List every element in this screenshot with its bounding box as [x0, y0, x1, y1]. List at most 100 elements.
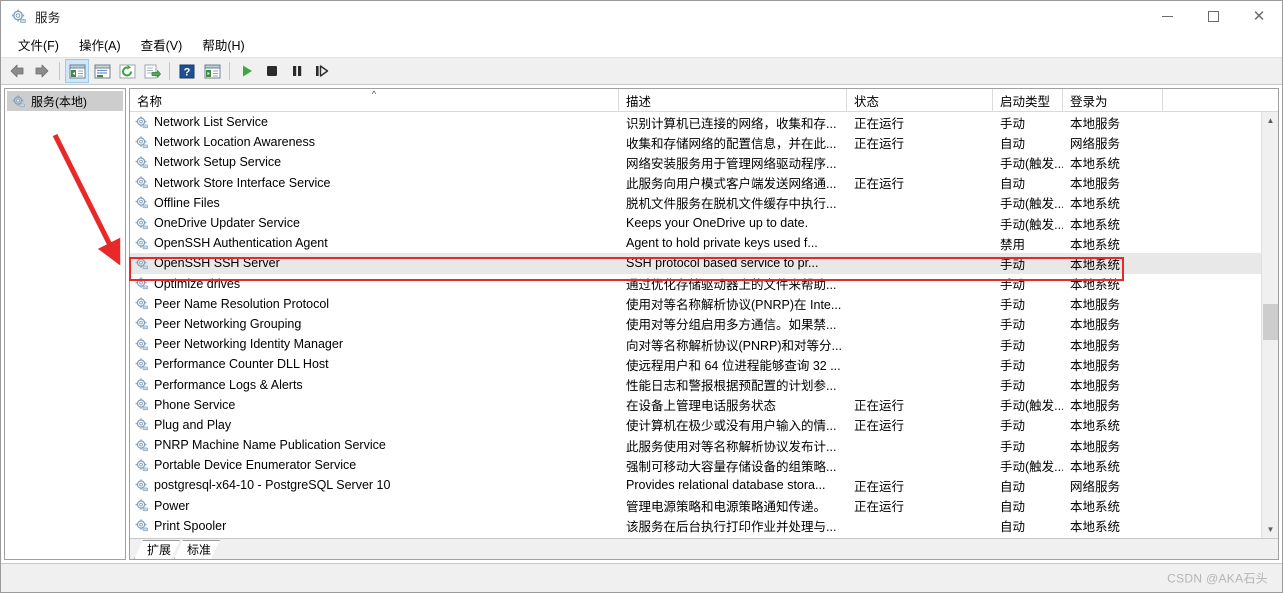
cell-log-on-as: 本地服务	[1070, 439, 1121, 454]
stop-service-icon[interactable]	[260, 59, 284, 83]
table-row[interactable]: Optimize drives 通过优化存储驱动器上的文件来帮助... 手动 本地系统	[130, 274, 1278, 294]
cell-log-on-as: 本地系统	[1070, 217, 1121, 232]
table-row[interactable]: Print Spooler 该服务在后台执行打印作业并处理与... 自动 本地系统	[130, 516, 1278, 536]
service-name-label: Network Store Interface Service	[154, 175, 331, 190]
cell-description: 脱机文件服务在脱机文件缓存中执行...	[626, 197, 837, 212]
table-row[interactable]: OpenSSH SSH Server SSH protocol based ser…	[130, 253, 1278, 274]
service-name-label: Peer Networking Grouping	[154, 316, 302, 331]
service-name-label: PNRP Machine Name Publication Service	[154, 438, 386, 453]
table-row[interactable]: Performance Logs & Alerts 性能日志和警报根据预配置的计划…	[130, 374, 1278, 394]
cell-description: 此服务向用户模式客户端发送网络通...	[626, 177, 837, 192]
service-name-label: Peer Networking Identity Manager	[154, 337, 343, 352]
table-row[interactable]: Network Setup Service 网络安装服务用于管理网络驱动程序...…	[130, 152, 1278, 172]
service-name-label: Optimize drives	[154, 276, 241, 291]
services-gear-icon	[134, 337, 149, 352]
cell-description: 收集和存储网络的配置信息，并在此...	[626, 136, 837, 151]
services-gear-icon	[134, 236, 149, 251]
start-service-icon[interactable]	[235, 59, 259, 83]
table-row[interactable]: OpenSSH Authentication Agent Agent to hol…	[130, 233, 1278, 253]
cell-description: 使用对等名称解析协议(PNRP)在 Inte...	[626, 298, 842, 313]
export-list-icon[interactable]	[140, 59, 164, 83]
menu-view[interactable]: 查看(V)	[132, 32, 192, 57]
column-name[interactable]: 名称 ^	[130, 89, 619, 112]
column-description[interactable]: 描述	[619, 89, 847, 112]
cell-log-on-as: 本地系统	[1070, 237, 1121, 252]
service-name-label: OpenSSH SSH Server	[154, 256, 280, 271]
forward-arrow-icon[interactable]	[30, 59, 54, 83]
scrollbar-thumb[interactable]	[1263, 304, 1278, 340]
cell-startup-type: 禁用	[1000, 237, 1026, 252]
table-row[interactable]: OneDrive Updater Service Keeps your OneDr…	[130, 213, 1278, 233]
restart-service-icon[interactable]	[310, 59, 334, 83]
column-name-label: 名称	[137, 95, 163, 109]
maximize-button[interactable]	[1190, 1, 1236, 32]
table-row[interactable]: Performance Counter DLL Host 使远程用户和 64 位进…	[130, 354, 1278, 374]
sort-ascending-icon: ^	[371, 89, 377, 99]
table-row[interactable]: Portable Device Enumerator Service 强制可移动大…	[130, 455, 1278, 475]
separator-2	[169, 62, 170, 80]
cell-service-name: Peer Networking Identity Manager	[130, 337, 619, 352]
menu-action[interactable]: 操作(A)	[70, 32, 130, 57]
cell-log-on-as: 本地系统	[1070, 156, 1121, 171]
table-row[interactable]: Peer Networking Identity Manager 向对等名称解析协…	[130, 334, 1278, 354]
show-hide-action-pane-icon[interactable]	[200, 59, 224, 83]
cell-log-on-as: 网络服务	[1070, 479, 1121, 494]
tree-item-services-local[interactable]: 服务(本地)	[7, 91, 123, 111]
scroll-up-arrow-icon[interactable]: ▲	[1262, 112, 1278, 129]
table-row[interactable]: Network List Service 识别计算机已连接的网络，收集和存... 正…	[130, 112, 1278, 132]
csdn-watermark: CSDN @AKA石头	[1167, 571, 1268, 586]
tab-extended[interactable]: 扩展	[134, 540, 180, 559]
service-name-label: Offline Files	[154, 195, 220, 210]
cell-startup-type: 手动	[1000, 419, 1026, 434]
table-row[interactable]: Phone Service 在设备上管理电话服务状态 正在运行 手动(触发... 本地服…	[130, 395, 1278, 415]
scroll-down-arrow-icon[interactable]: ▼	[1262, 521, 1278, 538]
table-row[interactable]: Power 管理电源策略和电源策略通知传递。 正在运行 自动 本地系统	[130, 496, 1278, 516]
cell-service-name: OpenSSH Authentication Agent	[130, 236, 619, 251]
back-arrow-icon[interactable]	[5, 59, 29, 83]
cell-service-name: Peer Networking Grouping	[130, 316, 619, 331]
cell-service-name: Performance Logs & Alerts	[130, 377, 619, 392]
help-icon[interactable]: ?	[175, 59, 199, 83]
refresh-icon[interactable]	[115, 59, 139, 83]
cell-status: 正在运行	[854, 500, 905, 515]
table-row[interactable]: Network Location Awareness 收集和存储网络的配置信息，并…	[130, 132, 1278, 152]
tab-standard[interactable]: 标准	[174, 540, 220, 559]
cell-service-name: Print Spooler	[130, 518, 619, 533]
cell-startup-type: 手动	[1000, 358, 1026, 373]
cell-log-on-as: 本地系统	[1070, 257, 1121, 272]
menu-help[interactable]: 帮助(H)	[193, 32, 253, 57]
table-row[interactable]: Peer Networking Grouping 使用对等分组启用多方通信。如果禁…	[130, 314, 1278, 334]
services-list-pane: 名称 ^ 描述 状态 启动类型 登录为 Network List Service 识别计算机…	[129, 88, 1279, 560]
show-hide-tree-icon[interactable]	[65, 59, 89, 83]
table-row[interactable]: PNRP Machine Name Publication Service 此服务…	[130, 435, 1278, 455]
menu-file[interactable]: 文件(F)	[9, 32, 68, 57]
view-tab-strip: 扩展 标准	[130, 538, 1278, 559]
table-row[interactable]: Plug and Play 使计算机在极少或没有用户输入的情... 正在运行 手动 本地…	[130, 415, 1278, 435]
table-row[interactable]: Peer Name Resolution Protocol 使用对等名称解析协议(…	[130, 294, 1278, 314]
service-name-label: Peer Name Resolution Protocol	[154, 296, 330, 311]
properties-icon[interactable]	[90, 59, 114, 83]
service-name-label: Portable Device Enumerator Service	[154, 458, 357, 473]
table-row[interactable]: Offline Files 脱机文件服务在脱机文件缓存中执行... 手动(触发...…	[130, 193, 1278, 213]
services-gear-icon	[134, 115, 149, 130]
service-name-label: Plug and Play	[154, 417, 232, 432]
column-startup-type[interactable]: 启动类型	[993, 89, 1063, 112]
table-row[interactable]: Network Store Interface Service 此服务向用户模式客…	[130, 173, 1278, 193]
cell-description: 向对等名称解析协议(PNRP)和对等分...	[626, 338, 842, 353]
column-log-on-as[interactable]: 登录为	[1063, 89, 1163, 112]
cell-log-on-as: 本地系统	[1070, 278, 1121, 293]
table-row[interactable]: postgresql-x64-10 - PostgreSQL Server 10…	[130, 475, 1278, 495]
cell-description: 网络安装服务用于管理网络驱动程序...	[626, 156, 837, 171]
minimize-button[interactable]	[1144, 1, 1190, 32]
column-status[interactable]: 状态	[847, 89, 993, 112]
service-name-label: postgresql-x64-10 - PostgreSQL Server 10	[154, 478, 391, 493]
vertical-scrollbar[interactable]: ▲ ▼	[1261, 112, 1278, 538]
pause-service-icon[interactable]	[285, 59, 309, 83]
tab-extended-label: 扩展	[147, 543, 172, 557]
cell-description: 性能日志和警报根据预配置的计划参...	[626, 379, 837, 394]
cell-service-name: Offline Files	[130, 195, 619, 210]
services-gear-icon	[134, 195, 149, 210]
close-button[interactable]: ✕	[1236, 1, 1282, 32]
services-gear-icon	[134, 417, 149, 432]
cell-log-on-as: 本地服务	[1070, 379, 1121, 394]
